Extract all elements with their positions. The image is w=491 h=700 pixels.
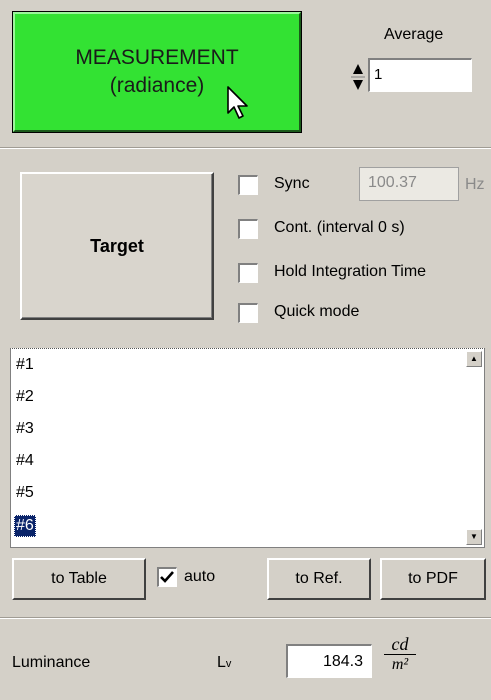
quick-mode-label: Quick mode <box>274 303 360 320</box>
scroll-down-icon[interactable]: ▼ <box>466 529 482 545</box>
luminance-value-field: 184.3 <box>286 644 372 678</box>
hold-integration-checkbox[interactable] <box>238 263 258 283</box>
hold-integration-label: Hold Integration Time <box>274 263 427 280</box>
average-label: Average <box>384 26 444 43</box>
list-item[interactable]: #2 <box>16 386 34 408</box>
luminance-unit: cd m² <box>384 634 416 675</box>
measurement-mode-label: (radiance) <box>109 74 205 97</box>
cont-interval-label: Cont. (interval 0 s) <box>274 219 405 236</box>
divider <box>0 617 491 619</box>
luminance-symbol: Lv <box>217 654 232 671</box>
measurement-list[interactable]: #1 #2 #3 #4 #5 #6 ▲ ▼ <box>10 348 485 548</box>
list-item[interactable]: #4 <box>16 450 34 472</box>
list-scrollbar[interactable]: ▲ ▼ <box>466 351 482 545</box>
cont-interval-checkbox[interactable] <box>238 219 258 239</box>
auto-label: auto <box>184 568 216 585</box>
mouse-pointer-icon <box>227 86 248 119</box>
checkmark-icon <box>160 571 174 583</box>
list-item[interactable]: #3 <box>16 418 34 440</box>
sync-unit-label: Hz <box>465 176 485 193</box>
list-item[interactable]: #1 <box>16 354 34 376</box>
to-table-button[interactable]: to Table <box>12 558 146 600</box>
sync-label: Sync <box>274 175 310 192</box>
target-button[interactable]: Target <box>20 172 214 320</box>
divider <box>0 147 491 149</box>
sync-checkbox[interactable] <box>238 175 258 195</box>
luminance-label: Luminance <box>12 654 91 671</box>
measurement-label: MEASUREMENT <box>75 46 239 69</box>
average-spinner[interactable] <box>351 60 365 94</box>
scroll-up-icon[interactable]: ▲ <box>466 351 482 367</box>
list-item[interactable]: #5 <box>16 482 34 504</box>
to-pdf-button[interactable]: to PDF <box>380 558 486 600</box>
quick-mode-checkbox[interactable] <box>238 303 258 323</box>
auto-checkbox[interactable] <box>157 567 177 587</box>
average-input[interactable]: 1 <box>368 58 472 92</box>
sync-frequency-field: 100.37 <box>359 167 459 201</box>
list-item-selected[interactable]: #6 <box>14 515 36 537</box>
to-ref-button[interactable]: to Ref. <box>267 558 371 600</box>
measurement-button[interactable]: MEASUREMENT (radiance) <box>12 11 302 133</box>
